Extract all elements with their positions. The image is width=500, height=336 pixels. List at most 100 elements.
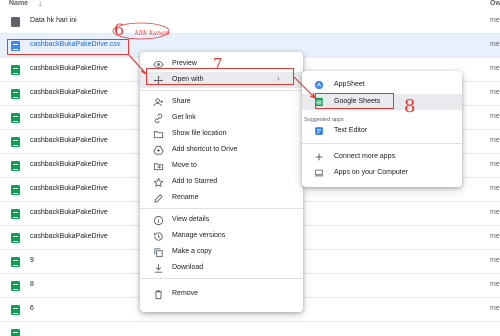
file-name: cashbackBukaPakeDrive bbox=[30, 161, 108, 168]
menu-item-label: Rename bbox=[172, 194, 199, 201]
submenu-item-appsheet[interactable]: AppSheet bbox=[302, 77, 462, 93]
pencil-icon bbox=[153, 193, 164, 204]
file-owner: me bbox=[490, 113, 500, 120]
submenu-item-connect-more-apps[interactable]: Connect more apps bbox=[302, 149, 462, 165]
menu-item-remove[interactable]: Remove bbox=[140, 286, 303, 302]
file-name: 8 bbox=[30, 281, 34, 288]
file-name: cashbackBukaPakeDrive bbox=[30, 233, 108, 240]
file-owner: me bbox=[490, 257, 500, 264]
submenu-item-text-editor[interactable]: Text Editor bbox=[302, 123, 462, 139]
annotation-step-6: 6 bbox=[114, 20, 125, 39]
sheet-file-icon bbox=[11, 305, 20, 315]
add-person-icon bbox=[153, 97, 164, 108]
annotation-box-file bbox=[7, 39, 129, 55]
move-folder-icon bbox=[153, 161, 164, 172]
context-menu: Preview Open with › Share Get link Show … bbox=[140, 52, 303, 312]
file-owner: me bbox=[490, 233, 500, 240]
sheet-file-icon bbox=[11, 89, 20, 99]
menu-item-label: Make a copy bbox=[172, 248, 212, 255]
sheet-file-icon bbox=[11, 65, 20, 75]
file-name: cashbackBukaPakeDrive bbox=[30, 113, 108, 120]
submenu-item-label: Text Editor bbox=[334, 127, 368, 134]
file-name: Data hk hari ini bbox=[30, 17, 77, 24]
file-owner: me bbox=[490, 185, 500, 192]
menu-divider bbox=[140, 90, 303, 91]
annotation-box-google-sheets bbox=[315, 93, 394, 109]
menu-item-add-shortcut[interactable]: Add shortcut to Drive bbox=[140, 142, 303, 158]
file-owner: me bbox=[490, 65, 500, 72]
file-owner: me bbox=[490, 17, 500, 24]
copy-icon bbox=[153, 247, 164, 258]
menu-item-move-to[interactable]: Move to bbox=[140, 158, 303, 174]
menu-item-rename[interactable]: Rename bbox=[140, 190, 303, 206]
annotation-step-8: 8 bbox=[404, 96, 416, 117]
folder-icon bbox=[153, 129, 164, 140]
menu-item-share[interactable]: Share bbox=[140, 94, 303, 110]
menu-item-view-details[interactable]: View details bbox=[140, 212, 303, 228]
menu-item-label: Add shortcut to Drive bbox=[172, 146, 238, 153]
menu-item-label: Share bbox=[172, 98, 191, 105]
menu-item-manage-versions[interactable]: Manage versions bbox=[140, 228, 303, 244]
menu-item-get-link[interactable]: Get link bbox=[140, 110, 303, 126]
link-icon bbox=[153, 113, 164, 124]
menu-divider bbox=[140, 278, 303, 279]
menu-item-label: Download bbox=[172, 264, 204, 271]
menu-item-label: Show file location bbox=[172, 130, 227, 137]
menu-item-label: Preview bbox=[172, 60, 197, 67]
sheet-file-icon bbox=[11, 257, 20, 267]
sheet-file-icon bbox=[11, 209, 20, 219]
file-owner: me bbox=[490, 41, 500, 48]
file-name: 6 bbox=[30, 305, 34, 312]
file-name: cashbackBukaPakeDrive bbox=[30, 185, 108, 192]
sheet-file-icon bbox=[11, 113, 20, 123]
menu-item-make-copy[interactable]: Make a copy bbox=[140, 244, 303, 260]
laptop-icon bbox=[314, 168, 324, 178]
submenu-item-apps-on-computer[interactable]: Apps on your Computer bbox=[302, 165, 462, 181]
file-list-header: Name ↓ Ow bbox=[0, 0, 500, 10]
file-name: cashbackBukaPakeDrive bbox=[30, 65, 108, 72]
file-owner: me bbox=[490, 209, 500, 216]
appsheet-icon bbox=[314, 80, 324, 90]
annotation-step-7: 7 bbox=[213, 55, 223, 73]
doc-file-icon bbox=[11, 17, 20, 27]
open-with-submenu: AppSheet Google Sheets Suggested apps Te… bbox=[302, 71, 462, 187]
trash-icon bbox=[153, 289, 164, 300]
sheet-file-icon bbox=[11, 137, 20, 147]
menu-item-label: Get link bbox=[172, 114, 196, 121]
menu-item-show-file-location[interactable]: Show file location bbox=[140, 126, 303, 142]
menu-item-label: Remove bbox=[172, 290, 199, 297]
file-owner: me bbox=[490, 305, 500, 312]
file-owner: me bbox=[490, 281, 500, 288]
annotation-klik-kanan: klik kanan bbox=[135, 29, 170, 37]
file-owner: me bbox=[490, 161, 500, 168]
file-name: cashbackBukaPakeDrive bbox=[30, 137, 108, 144]
submenu-item-label: AppSheet bbox=[334, 81, 365, 88]
menu-item-add-starred[interactable]: Add to Starred bbox=[140, 174, 303, 190]
menu-item-download[interactable]: Download bbox=[140, 260, 303, 276]
file-row[interactable] bbox=[0, 322, 500, 336]
sheet-file-icon bbox=[11, 329, 20, 336]
file-row[interactable]: Data hk hari ini me bbox=[0, 10, 500, 34]
info-icon bbox=[153, 215, 164, 226]
sheet-file-icon bbox=[11, 161, 20, 171]
menu-item-label: Move to bbox=[172, 162, 197, 169]
history-icon bbox=[153, 231, 164, 242]
menu-item-label: Manage versions bbox=[172, 232, 226, 239]
sort-arrow-icon[interactable]: ↓ bbox=[38, 0, 42, 8]
file-name: cashbackBukaPakeDrive bbox=[30, 209, 108, 216]
file-owner: me bbox=[490, 89, 500, 96]
file-owner: me bbox=[490, 137, 500, 144]
sheet-file-icon bbox=[11, 185, 20, 195]
file-name: 9 bbox=[30, 257, 34, 264]
column-owner-header[interactable]: Ow bbox=[490, 0, 500, 7]
download-icon bbox=[153, 263, 164, 274]
star-icon bbox=[153, 177, 164, 188]
plus-icon bbox=[314, 152, 324, 162]
menu-item-label: Add to Starred bbox=[172, 178, 218, 185]
menu-divider bbox=[140, 208, 303, 209]
sheet-file-icon bbox=[11, 281, 20, 291]
menu-item-label: View details bbox=[172, 216, 210, 223]
column-name-header[interactable]: Name bbox=[9, 0, 28, 7]
sheet-file-icon bbox=[11, 233, 20, 243]
submenu-divider bbox=[302, 143, 462, 144]
